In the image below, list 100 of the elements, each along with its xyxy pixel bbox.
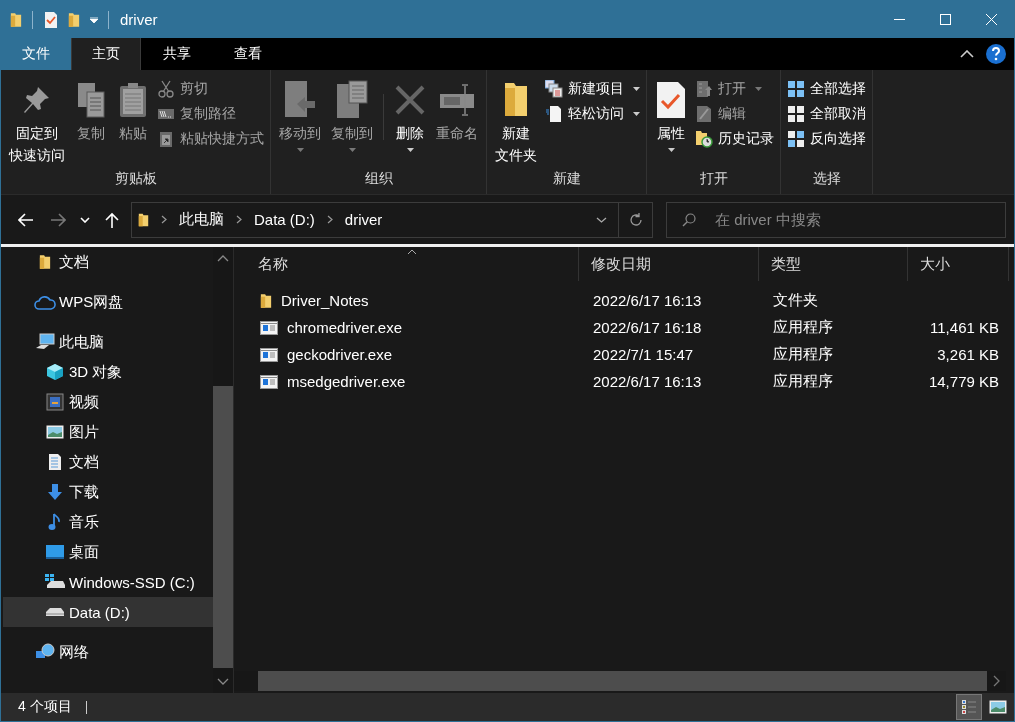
caret-icon	[755, 86, 762, 91]
sidebar-item[interactable]: 视频	[3, 387, 213, 417]
drive-icon	[45, 607, 65, 617]
address-bar[interactable]: 此电脑 Data (D:) driver	[131, 201, 653, 238]
desktop-icon	[46, 545, 64, 559]
select-all-icon	[788, 80, 804, 97]
column-header[interactable]: 类型	[759, 247, 908, 281]
file-row[interactable]: msedgedriver.exe 2022/6/17 16:13 应用程序 14,779 KB	[234, 368, 1014, 395]
ribbon-button[interactable]: 轻松访问	[543, 101, 642, 126]
sidebar-item[interactable]: 桌面	[3, 537, 213, 567]
clipboard-icon	[119, 82, 147, 118]
file-row[interactable]: chromedriver.exe 2022/6/17 16:18 应用程序 11,461 KB	[234, 314, 1014, 341]
search-icon	[682, 212, 696, 227]
file-name: chromedriver.exe	[287, 319, 403, 336]
chevron-right-icon	[993, 675, 1000, 687]
forward-arrow-icon	[50, 212, 66, 227]
file-menu-tab[interactable]: 文件	[1, 38, 71, 70]
chevron-right-icon	[326, 215, 333, 224]
ribbon-group-label: 组织	[363, 170, 394, 188]
film-icon	[46, 393, 64, 411]
ribbon-button[interactable]: 新建项目	[543, 76, 642, 101]
date-cell-text: 2022/6/17 16:18	[592, 318, 703, 338]
ribbon-button[interactable]: 新建 文件夹	[491, 74, 541, 170]
breadcrumb[interactable]: driver	[344, 211, 383, 228]
item-count: 4 个项目	[18, 698, 72, 716]
move-icon	[283, 80, 317, 120]
breadcrumb[interactable]: Data (D:)	[254, 211, 315, 228]
sidebar-item[interactable]: 图片	[3, 417, 213, 447]
file-row[interactable]: geckodriver.exe 2022/7/1 15:47 应用程序 3,261 KB	[234, 341, 1014, 368]
invert-selection-icon	[788, 130, 804, 147]
sidebar-item[interactable]: 音乐	[3, 507, 213, 537]
sidebar-item[interactable]: 3D 对象	[3, 357, 213, 387]
folder-icon	[138, 211, 149, 228]
sidebar-item[interactable]: 文档	[3, 447, 213, 477]
sidebar-item[interactable]: 下载	[3, 477, 213, 507]
file-name: Driver_Notes	[281, 292, 369, 309]
ribbon-button[interactable]: 反向选择	[785, 126, 868, 151]
new-folder-button[interactable]	[68, 10, 80, 29]
column-header[interactable]: 大小	[908, 247, 1009, 281]
large-icons-view-icon	[989, 700, 1007, 714]
ribbon-button[interactable]: 全部取消	[785, 101, 868, 126]
application-icon	[260, 320, 278, 335]
music-note-icon	[48, 513, 62, 531]
file-name: msedgedriver.exe	[287, 373, 406, 390]
chevron-up-icon	[960, 50, 974, 58]
caret-icon	[667, 148, 675, 152]
size-cell-text: 14,779 KB	[927, 372, 1000, 392]
sidebar-item[interactable]: WPS网盘	[3, 287, 213, 317]
folder-icon	[39, 253, 51, 271]
column-header[interactable]: 修改日期	[579, 247, 759, 281]
document-icon	[48, 453, 62, 471]
chevron-down-icon	[217, 678, 229, 685]
ribbon-button[interactable]: 删除	[390, 74, 430, 170]
select-none-icon	[788, 105, 804, 122]
download-arrow-icon	[47, 484, 63, 500]
file-name: geckodriver.exe	[287, 346, 393, 363]
type-cell-text: 应用程序	[772, 371, 834, 391]
sidebar-item[interactable]: Windows-SSD (C:)	[3, 567, 213, 597]
sidebar-item[interactable]: 文档	[3, 247, 213, 277]
folder-icon	[503, 82, 529, 118]
properties-button[interactable]	[44, 10, 58, 29]
search-field[interactable]: 在 driver 中搜索	[666, 201, 1006, 238]
folder-icon	[10, 10, 22, 29]
sidebar-item[interactable]: Data (D:)	[3, 597, 213, 627]
ribbon-button[interactable]: 属性	[651, 74, 691, 170]
chevron-down-icon	[80, 216, 90, 223]
type-cell-text: 应用程序	[772, 344, 834, 364]
chevron-right-icon	[236, 215, 242, 224]
caret-icon	[296, 148, 304, 152]
ribbon-button[interactable]: 历史记录	[693, 126, 776, 151]
caret-icon	[633, 111, 640, 116]
type-cell-text: 文件夹	[772, 290, 819, 310]
open-icon	[696, 79, 712, 98]
copy-icon	[76, 82, 106, 118]
ribbon-tab[interactable]: 共享	[141, 38, 212, 70]
column-header[interactable]: 名称	[246, 247, 579, 281]
minimize-icon	[893, 19, 905, 20]
edit-icon	[696, 104, 712, 123]
folder-icon	[260, 291, 272, 310]
details-view-button[interactable]	[956, 694, 982, 720]
cube-icon	[46, 363, 64, 381]
sidebar-item[interactable]: 网络	[3, 637, 213, 667]
ribbon-tab[interactable]: 主页	[71, 38, 141, 70]
ribbon-button[interactable]: 全部选择	[785, 76, 868, 101]
customize-button[interactable]	[90, 16, 98, 23]
sort-ascending-icon	[407, 249, 417, 254]
cloud-icon	[34, 294, 56, 310]
scissors-icon	[158, 79, 174, 98]
sidebar-item[interactable]: 此电脑	[3, 327, 213, 357]
breadcrumb[interactable]: 此电脑	[179, 210, 224, 229]
scrollbar-thumb[interactable]	[213, 386, 233, 668]
date-cell-text: 2022/6/17 16:13	[592, 372, 703, 392]
history-icon	[695, 129, 713, 148]
file-row[interactable]: Driver_Notes 2022/6/17 16:13 文件夹	[234, 287, 1014, 314]
ribbon-tab[interactable]: 查看	[212, 38, 283, 70]
computer-icon	[35, 333, 55, 351]
ribbon-button[interactable]: 固定到 快速访问	[5, 74, 69, 170]
chevron-up-icon	[217, 255, 229, 262]
application-icon	[260, 374, 278, 389]
ribbon-group-label: 选择	[811, 170, 842, 188]
